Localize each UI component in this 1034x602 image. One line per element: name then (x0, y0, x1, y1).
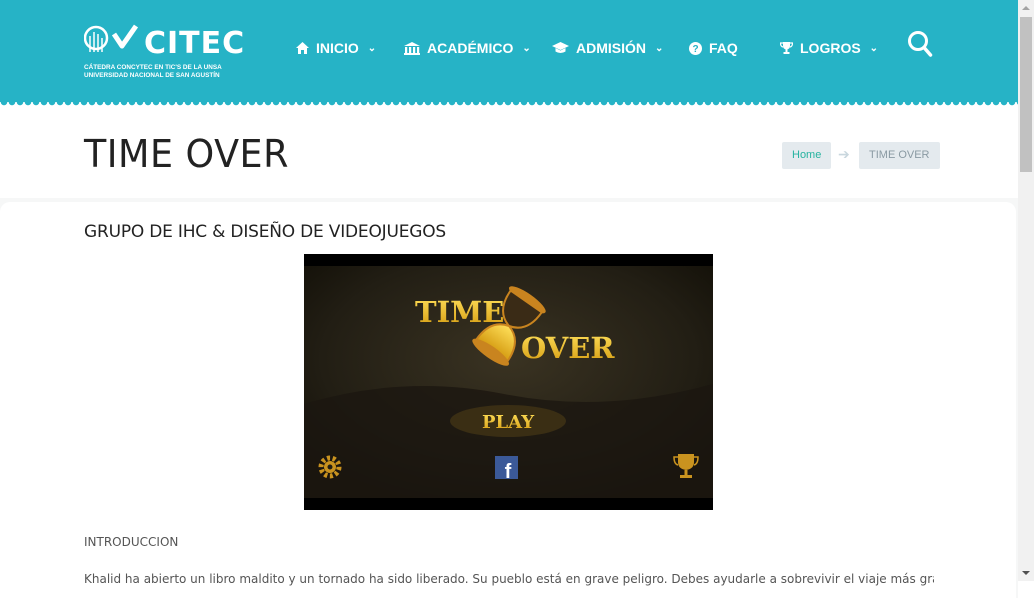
chevron-down-icon: ⌄ (869, 42, 879, 54)
nav-item-academico[interactable]: ACADÉMICO ⌄ (404, 40, 531, 56)
question-circle-icon: ? (689, 41, 702, 55)
breadcrumb-home-link[interactable]: Home (782, 142, 832, 169)
nav-item-admision[interactable]: ADMISIÓN ⌄ (552, 40, 663, 56)
chevron-down-icon: ⌄ (522, 42, 531, 54)
trophy-icon (780, 42, 793, 54)
page-title: TIME OVER (84, 132, 289, 176)
logo-subtitle-2: UNIVERSIDAD NACIONAL DE SAN AGUSTÍN (84, 72, 220, 79)
scroll-up-arrow-icon[interactable] (1018, 0, 1034, 16)
chevron-down-icon: ⌄ (655, 42, 664, 54)
nav-label-inicio: INICIO (316, 40, 359, 56)
institution-icon (404, 41, 420, 55)
nav-item-inicio[interactable]: INICIO ⌄ (296, 40, 376, 56)
graduation-cap-icon (552, 42, 569, 53)
section-heading: GRUPO DE IHC & DISEÑO DE VIDEOJUEGOS (84, 222, 447, 242)
site-header: CITEC CÁTEDRA CONCYTEC EN TIC'S DE LA UN… (0, 0, 1018, 102)
nav-label-academico: ACADÉMICO (427, 40, 514, 56)
body-paragraph: Khalid ha abierto un libro maldito y un … (84, 572, 934, 586)
scrollbar[interactable] (1018, 0, 1034, 581)
game-play-label: PLAY (482, 412, 535, 433)
nav-label-logros: LOGROS (800, 40, 861, 56)
nav-label-admision: ADMISIÓN (576, 40, 646, 56)
logo-wordmark: CITEC (144, 26, 246, 61)
game-screenshot-image: TIME OVER PLAY f (304, 254, 713, 510)
game-title-over: OVER (521, 331, 615, 365)
search-icon[interactable] (907, 30, 933, 58)
scroll-down-arrow-icon[interactable] (1018, 565, 1034, 581)
citec-logo[interactable]: CITEC CÁTEDRA CONCYTEC EN TIC'S DE LA UN… (84, 22, 244, 82)
logo-subtitle-1: CÁTEDRA CONCYTEC EN TIC'S DE LA UNSA (84, 64, 222, 71)
header-scallop-edge (0, 102, 1018, 110)
breadcrumb-current: TIME OVER (859, 142, 940, 169)
svg-text:f: f (505, 461, 512, 483)
breadcrumb-arrow-icon: ➔ (838, 146, 850, 162)
nav-item-logros[interactable]: LOGROS ⌄ (780, 40, 878, 56)
svg-text:?: ? (692, 44, 698, 55)
home-icon (296, 42, 309, 54)
scrollbar-thumb[interactable] (1020, 17, 1032, 172)
nav-label-faq: FAQ (709, 40, 738, 56)
facebook-icon: f (495, 456, 518, 483)
chevron-down-icon: ⌄ (367, 42, 377, 54)
logo-mark-icon (84, 24, 139, 52)
nav-item-faq[interactable]: ? FAQ (689, 40, 738, 56)
game-title-time: TIME (415, 295, 504, 329)
intro-heading: INTRODUCCION (84, 535, 179, 549)
